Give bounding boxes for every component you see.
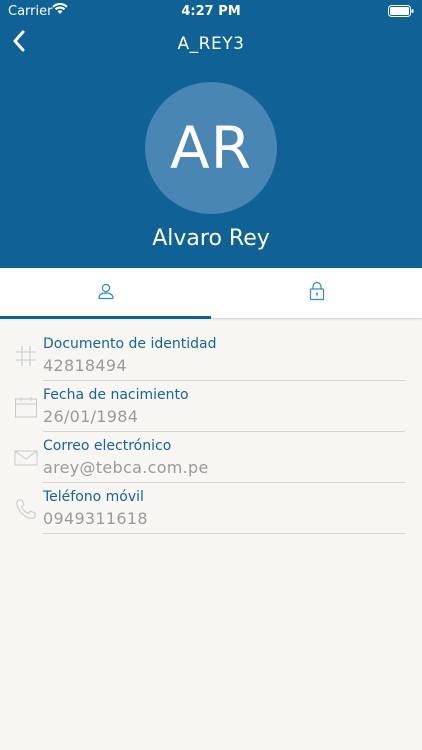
- status-time: 4:27 PM: [181, 4, 241, 19]
- tab-security[interactable]: [211, 268, 422, 318]
- field-value: arey@tebca.com.pe: [43, 458, 209, 477]
- user-icon: [97, 282, 115, 304]
- field-label: Correo electrónico: [43, 438, 172, 454]
- field-label: Fecha de nacimiento: [43, 387, 189, 403]
- lock-icon: [309, 281, 325, 305]
- avatar: AR: [145, 82, 277, 214]
- user-name: Alvaro Rey: [152, 226, 270, 251]
- page-title: A_REY3: [177, 34, 245, 54]
- field-id-document: Documento de identidad 42818494: [0, 330, 422, 381]
- field-birth-date: Fecha de nacimiento 26/01/1984: [0, 381, 422, 432]
- hash-icon: [14, 344, 38, 368]
- status-bar: Carrier 4:27 PM: [0, 0, 422, 22]
- avatar-initials: AR: [170, 114, 252, 182]
- divider: [43, 533, 405, 534]
- calendar-icon: [14, 395, 38, 419]
- field-label: Documento de identidad: [43, 336, 217, 352]
- field-value: 42818494: [43, 356, 127, 375]
- field-email: Correo electrónico arey@tebca.com.pe: [0, 432, 422, 483]
- tab-selected-indicator: [0, 316, 211, 319]
- profile-fields: Documento de identidad 42818494 Fecha de…: [0, 330, 422, 534]
- mail-icon: [14, 446, 38, 470]
- field-value: 26/01/1984: [43, 407, 139, 426]
- profile-header: Carrier 4:27 PM A_REY3 AR Alvaro Rey: [0, 0, 422, 268]
- profile-tabs: [0, 268, 422, 319]
- phone-icon: [14, 497, 38, 521]
- field-mobile-phone: Teléfono móvil 0949311618: [0, 483, 422, 534]
- field-label: Teléfono móvil: [43, 489, 144, 505]
- tab-personal-info[interactable]: [0, 268, 211, 319]
- field-value: 0949311618: [43, 509, 148, 528]
- battery-icon: [388, 5, 414, 21]
